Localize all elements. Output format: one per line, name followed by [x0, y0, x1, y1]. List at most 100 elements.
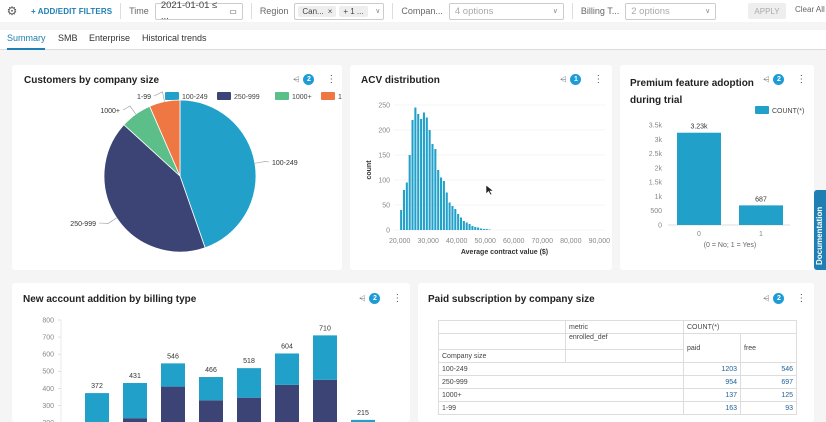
legend-swatch	[755, 106, 769, 114]
y-axis-label: count	[366, 160, 373, 180]
filter-count-badge[interactable]: 2	[773, 293, 785, 304]
histogram-bar	[420, 119, 423, 230]
billing-filter-label: Billing T...	[580, 6, 620, 16]
y-tick-label: 500	[42, 369, 54, 376]
chevron-down-icon: ∨	[375, 8, 381, 15]
time-filter-input[interactable]: 2021-01-01 ≤ ... ▭	[154, 0, 243, 22]
histogram-bar	[468, 224, 471, 230]
histogram-bar	[448, 202, 451, 230]
table-cell: 125	[740, 388, 797, 402]
y-tick-label: 1k	[655, 194, 663, 201]
table-row: 1000+ 137 125	[438, 388, 797, 402]
histogram-bar	[402, 190, 406, 230]
slice-label: 250-999	[70, 221, 96, 228]
x-axis-label: (0 = No; 1 = Yes)	[704, 242, 757, 249]
chevron-down-icon: ∨	[705, 8, 711, 15]
add-edit-filters-button[interactable]: + ADD/EDIT FILTERS	[31, 7, 112, 16]
x-tick-label: 20,000	[389, 238, 411, 245]
legend-swatch	[275, 92, 289, 100]
table-header: enrolled_def	[565, 333, 684, 350]
data-label: 687	[755, 196, 767, 203]
more-options-icon[interactable]: ⋮	[796, 293, 806, 304]
x-tick-label: 60,000	[503, 238, 525, 245]
company-filter-label: Compan...	[401, 6, 443, 16]
settings-gear-icon[interactable]: ⚙	[6, 4, 18, 18]
new-accounts-card: New account addition by billing type ⩤ 2…	[12, 283, 410, 422]
pivot-table: metric COUNT(*) enrolled_def paid free C…	[438, 320, 797, 415]
apply-button[interactable]: APPLY	[748, 3, 786, 19]
callout-line	[122, 105, 137, 115]
legend-label: 1-99	[338, 94, 342, 101]
table-row: 1-99 163 93	[438, 401, 797, 415]
divider	[392, 3, 394, 19]
y-tick-label: 400	[42, 386, 54, 393]
chevron-down-icon: ∨	[552, 8, 558, 15]
company-filter-placeholder: 4 options	[454, 5, 494, 17]
tab-historical-trends[interactable]: Historical trends	[142, 33, 207, 43]
table-header: metric	[565, 320, 684, 334]
data-label: 546	[167, 353, 179, 360]
data-label: 215	[357, 410, 369, 417]
customers-by-size-card: Customers by company size ⩤ 2 ⋮ 100-249 2…	[12, 65, 342, 270]
data-label: 604	[281, 343, 293, 350]
slice-label: 1000+	[100, 108, 120, 115]
x-tick-label: 40,000	[446, 238, 468, 245]
callout-line	[98, 217, 117, 224]
region-filter-select[interactable]: Can... × + 1 ... ∨	[294, 2, 385, 20]
x-tick-label: 80,000	[560, 238, 582, 245]
time-filter-label: Time	[129, 6, 149, 16]
table-cell: 1-99	[438, 401, 684, 415]
x-tick-label: 50,000	[475, 238, 497, 245]
documentation-tab[interactable]: Documentation	[814, 190, 826, 270]
acv-distribution-card: ACV distribution ⩤ 1 ⋮ 0 50 100 150 200 250 20…	[350, 65, 612, 270]
region-more-chip[interactable]: + 1 ...	[339, 5, 368, 17]
y-tick-label: 2k	[655, 165, 663, 172]
tab-summary[interactable]: Summary	[7, 33, 46, 43]
histogram-bar	[465, 222, 468, 230]
histogram-bar	[440, 177, 443, 230]
x-tick-label: 1	[759, 231, 763, 238]
company-filter-select[interactable]: 4 options ∨	[448, 2, 564, 20]
histogram-bar	[400, 210, 403, 230]
callout-line	[254, 161, 270, 164]
time-filter-value: 2021-01-01 ≤ ...	[160, 0, 218, 22]
data-label: 3.23k	[690, 124, 708, 131]
clear-all-button[interactable]: Clear All	[795, 5, 825, 14]
dashboard-tabs: Summary SMB Enterprise Historical trends	[0, 30, 826, 50]
y-tick-label: 500	[650, 208, 662, 215]
y-tick-label: 150	[378, 153, 390, 160]
y-tick-label: 250	[378, 103, 390, 110]
filter-icon[interactable]: ⩤	[763, 294, 769, 304]
pie-chart: 100-249250-9991000+1-99100-249250-999100…	[70, 91, 342, 253]
stacked-bar-segment	[123, 418, 147, 422]
x-axis-label: Average contract value ($)	[461, 249, 548, 256]
legend-label: 250-999	[234, 94, 260, 101]
histogram-bar	[414, 107, 417, 230]
data-label: 372	[91, 383, 103, 390]
bar	[739, 205, 783, 225]
stacked-bar-segment	[313, 335, 337, 380]
histogram-bar	[477, 227, 480, 230]
stacked-bar-segment	[161, 386, 185, 422]
stacked-bar-segment	[313, 379, 337, 422]
table-cell: 250-999	[438, 375, 684, 389]
filter-bar: ⚙ + ADD/EDIT FILTERS Time 2021-01-01 ≤ .…	[0, 0, 826, 22]
billing-filter-select[interactable]: 2 options ∨	[625, 2, 717, 20]
table-cell	[438, 333, 566, 350]
stacked-bar-segment	[199, 377, 223, 401]
region-chip[interactable]: Can... ×	[298, 5, 337, 17]
histogram-bar	[408, 155, 411, 230]
y-tick-label: 200	[378, 128, 390, 135]
y-tick-label: 700	[42, 335, 54, 342]
y-tick-label: 2.5k	[649, 151, 663, 158]
region-chip-label: Can...	[302, 6, 324, 16]
histogram-bar	[411, 120, 414, 230]
tab-smb[interactable]: SMB	[58, 33, 78, 43]
table-header: COUNT(*)	[683, 320, 797, 334]
histogram-bar	[451, 206, 454, 230]
close-icon[interactable]: ×	[328, 7, 333, 16]
table-header: Company size	[438, 349, 566, 363]
table-cell: 1000+	[438, 388, 684, 402]
tab-enterprise[interactable]: Enterprise	[89, 33, 130, 43]
bar-chart: COUNT(*) 0 500 1k 1.5k 2k 2.5k 3k 3.5k 3.23k 0 687 1…	[649, 106, 804, 249]
